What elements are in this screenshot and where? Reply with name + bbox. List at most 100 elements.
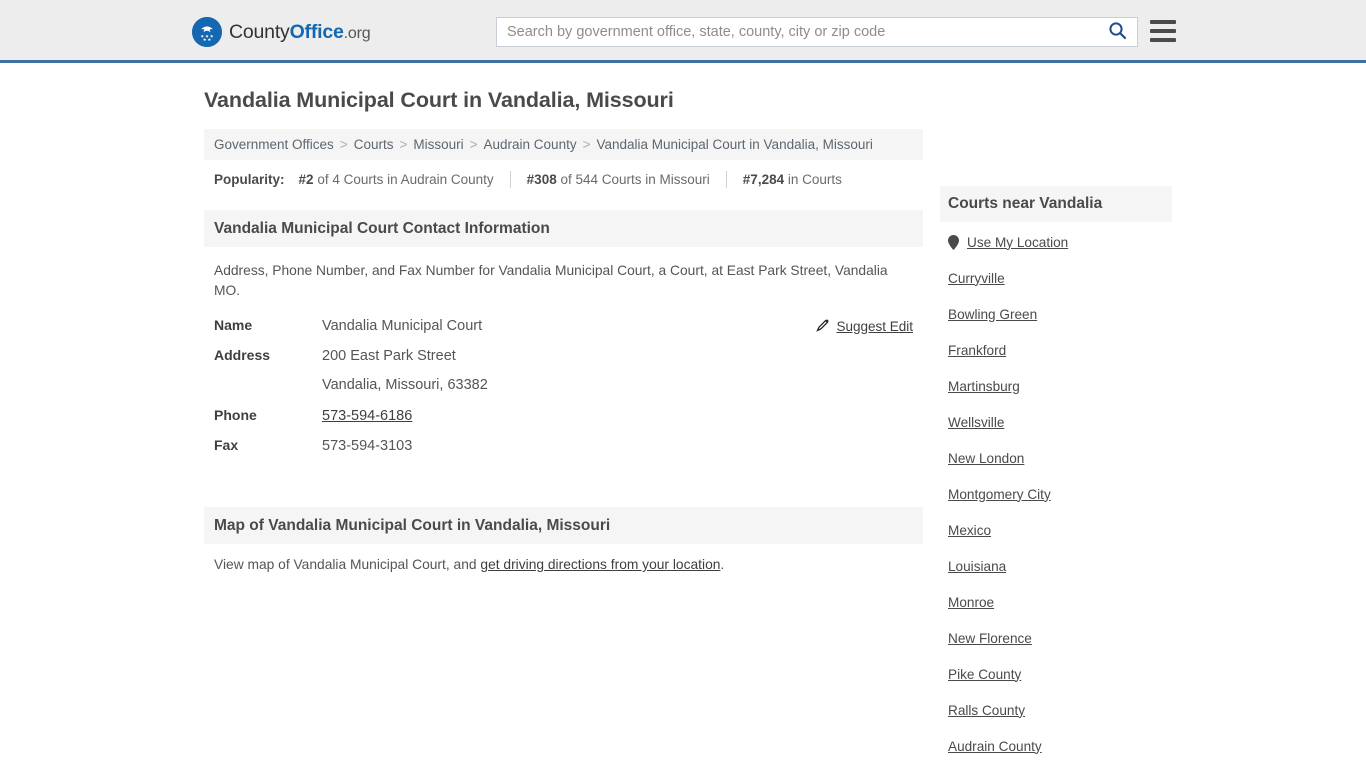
breadcrumb-separator: > xyxy=(399,137,408,152)
hamburger-bar xyxy=(1150,29,1176,33)
sidebar-item-pike-county[interactable]: Pike County xyxy=(948,656,1164,692)
popularity-text-state: of 544 Courts in Missouri xyxy=(560,172,710,187)
breadcrumb-item-audrain-county[interactable]: Audrain County xyxy=(484,137,577,152)
logo-text-county: County xyxy=(229,20,290,43)
sidebar-link[interactable]: Audrain County xyxy=(948,739,1042,754)
sidebar-item-new-london[interactable]: New London xyxy=(948,440,1164,476)
sidebar-item-monroe[interactable]: Monroe xyxy=(948,584,1164,620)
search-input[interactable] xyxy=(497,18,1097,46)
popularity-rank-county: #2 xyxy=(298,172,314,187)
search-bar xyxy=(496,17,1138,47)
sidebar-link[interactable]: Louisiana xyxy=(948,559,1006,574)
popularity-text-national: in Courts xyxy=(787,172,842,187)
popularity-rank-state: #308 xyxy=(526,172,557,187)
sidebar-link[interactable]: Curryville xyxy=(948,271,1005,286)
sidebar-link[interactable]: Bowling Green xyxy=(948,307,1037,322)
contact-label-address: Address xyxy=(214,347,271,363)
sidebar-item-montgomery-county[interactable]: Montgomery County xyxy=(948,764,1164,768)
logo-text-org: .org xyxy=(343,24,371,42)
contact-section-description: Address, Phone Number, and Fax Number fo… xyxy=(214,263,888,298)
search-icon xyxy=(1108,21,1127,43)
pencil-edit-icon xyxy=(816,318,830,334)
contact-value-address-street: 200 East Park Street xyxy=(322,348,456,364)
breadcrumb-separator: > xyxy=(469,137,478,152)
sidebar: Courts near Vandalia Use My Location Cur… xyxy=(940,63,1172,768)
sidebar-link[interactable]: Montgomery City xyxy=(948,487,1051,502)
popularity-label: Popularity: xyxy=(214,172,285,187)
page-title: Vandalia Municipal Court in Vandalia, Mi… xyxy=(204,88,674,112)
contact-row-phone: Phone 573-594-6186 xyxy=(214,407,913,437)
suggest-edit-link[interactable]: Suggest Edit xyxy=(836,319,913,334)
sidebar-link[interactable]: Monroe xyxy=(948,595,994,610)
sidebar-link[interactable]: Pike County xyxy=(948,667,1021,682)
site-logo[interactable]: CountyOffice.org xyxy=(192,17,371,47)
popularity-item-national: #7,284 in Courts xyxy=(741,172,844,187)
sidebar-item-audrain-county[interactable]: Audrain County xyxy=(948,728,1164,764)
popularity-divider xyxy=(509,171,511,188)
contact-row-fax: Fax 573-594-3103 xyxy=(214,437,913,467)
sidebar-link[interactable]: Martinsburg xyxy=(948,379,1020,394)
search-button[interactable] xyxy=(1097,18,1137,46)
popularity-item-county: #2 of 4 Courts in Audrain County xyxy=(297,172,496,187)
contact-value-phone: 573-594-6186 xyxy=(322,408,412,424)
sidebar-link[interactable]: New Florence xyxy=(948,631,1032,646)
contact-row-name: Name Vandalia Municipal Court xyxy=(214,317,913,347)
sidebar-item-use-my-location[interactable]: Use My Location xyxy=(948,222,1164,260)
sidebar-list: Use My Location Curryville Bowling Green… xyxy=(940,222,1172,768)
sidebar-item-louisiana[interactable]: Louisiana xyxy=(948,548,1164,584)
hamburger-menu-icon[interactable] xyxy=(1150,20,1176,42)
contact-label-name: Name xyxy=(214,317,253,333)
breadcrumb-separator: > xyxy=(339,137,348,152)
sidebar-link[interactable]: Ralls County xyxy=(948,703,1025,718)
map-pin-icon xyxy=(948,234,959,250)
sidebar-item-frankford[interactable]: Frankford xyxy=(948,332,1164,368)
site-header: CountyOffice.org xyxy=(0,0,1366,63)
sidebar-link[interactable]: New London xyxy=(948,451,1024,466)
contact-label-fax: Fax xyxy=(214,437,239,453)
sidebar-item-bowling-green[interactable]: Bowling Green xyxy=(948,296,1164,332)
contact-value-name: Vandalia Municipal Court xyxy=(322,318,483,334)
contact-row-address: Address 200 East Park Street xyxy=(214,347,913,377)
map-section-heading: Map of Vandalia Municipal Court in Vanda… xyxy=(204,507,923,544)
sidebar-link[interactable]: Frankford xyxy=(948,343,1006,358)
use-my-location-link[interactable]: Use My Location xyxy=(967,235,1068,250)
popularity-bar: Popularity: #2 of 4 Courts in Audrain Co… xyxy=(204,160,923,188)
breadcrumb: Government Offices > Courts > Missouri >… xyxy=(204,129,923,160)
contact-label-phone: Phone xyxy=(214,407,257,423)
main-content: Vandalia Municipal Court in Vandalia, Mi… xyxy=(204,63,923,572)
popularity-rank-national: #7,284 xyxy=(742,172,785,187)
suggest-edit[interactable]: Suggest Edit xyxy=(816,318,913,334)
driving-directions-link[interactable]: get driving directions from your locatio… xyxy=(480,557,720,572)
sidebar-item-new-florence[interactable]: New Florence xyxy=(948,620,1164,656)
sidebar-item-wellsville[interactable]: Wellsville xyxy=(948,404,1164,440)
sidebar-link[interactable]: Mexico xyxy=(948,523,991,538)
breadcrumb-item-missouri[interactable]: Missouri xyxy=(413,137,463,152)
sidebar-item-ralls-county[interactable]: Ralls County xyxy=(948,692,1164,728)
breadcrumb-item-government-offices[interactable]: Government Offices xyxy=(214,137,334,152)
popularity-text-county: of 4 Courts in Audrain County xyxy=(317,172,494,187)
contact-section-heading: Vandalia Municipal Court Contact Informa… xyxy=(204,210,923,247)
breadcrumb-separator: > xyxy=(582,137,591,152)
contact-details-table: Suggest Edit Name Vandalia Municipal Cou… xyxy=(204,317,923,467)
hamburger-bar xyxy=(1150,38,1176,42)
sidebar-item-montgomery-city[interactable]: Montgomery City xyxy=(948,476,1164,512)
contact-value-address-city: Vandalia, Missouri, 63382 xyxy=(322,377,488,393)
map-desc-prefix: View map of Vandalia Municipal Court, an… xyxy=(214,557,481,572)
breadcrumb-item-courts[interactable]: Courts xyxy=(354,137,394,152)
map-section-description: View map of Vandalia Municipal Court, an… xyxy=(204,544,923,572)
sidebar-link[interactable]: Wellsville xyxy=(948,415,1004,430)
sidebar-heading: Courts near Vandalia xyxy=(940,186,1172,222)
logo-text-office: Office xyxy=(289,20,344,43)
contact-value-fax: 573-594-3103 xyxy=(322,438,413,454)
sidebar-item-curryville[interactable]: Curryville xyxy=(948,260,1164,296)
breadcrumb-item-current: Vandalia Municipal Court in Vandalia, Mi… xyxy=(596,137,873,152)
hamburger-bar xyxy=(1150,20,1176,24)
popularity-divider xyxy=(725,171,727,188)
contact-row-address-city: Vandalia, Missouri, 63382 xyxy=(214,377,913,407)
sidebar-item-mexico[interactable]: Mexico xyxy=(948,512,1164,548)
eagle-seal-icon xyxy=(192,17,222,47)
phone-link[interactable]: 573-594-6186 xyxy=(322,408,412,424)
sidebar-item-martinsburg[interactable]: Martinsburg xyxy=(948,368,1164,404)
map-desc-suffix: . xyxy=(720,557,725,572)
logo-wordmark: CountyOffice.org xyxy=(229,20,371,44)
